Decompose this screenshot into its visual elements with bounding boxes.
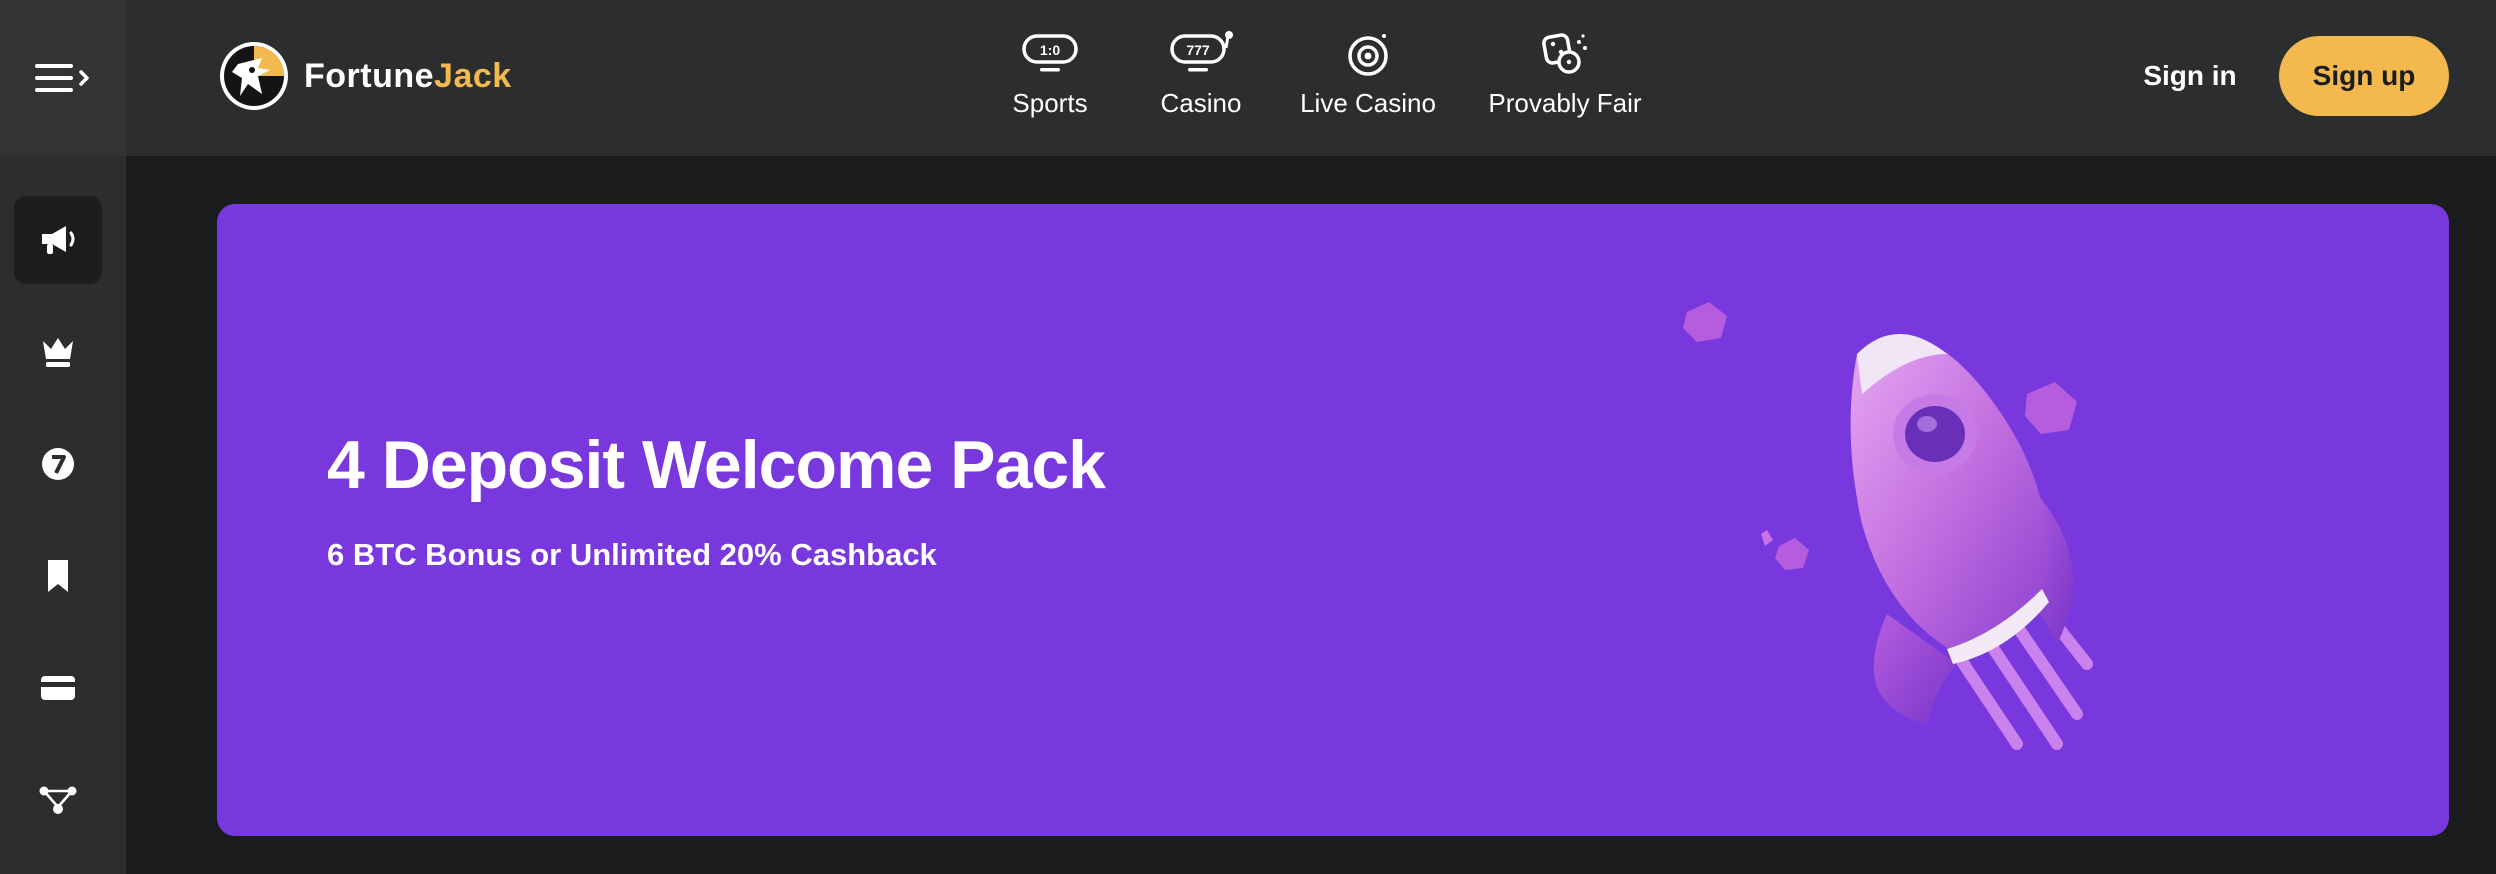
promo-banner[interactable]: 4 Deposit Welcome Pack 6 BTC Bonus or Un… <box>217 204 2449 836</box>
nav-casino[interactable]: 777 Casino <box>1160 30 1242 130</box>
megaphone-icon <box>42 226 75 254</box>
sidebar <box>0 156 126 874</box>
nav-provably-fair[interactable]: Provably Fair <box>1488 30 1642 130</box>
nav-casino-label: Casino <box>1160 88 1242 118</box>
logo-wordmark: FortuneJack <box>304 57 512 96</box>
banner-title: 4 Deposit Welcome Pack <box>327 427 1106 503</box>
sidebar-item-vip[interactable] <box>14 308 102 396</box>
card-icon <box>41 676 75 700</box>
slot-777-icon: 777 <box>1170 31 1233 72</box>
svg-text:1:0: 1:0 <box>1040 42 1060 58</box>
sign-up-button[interactable]: Sign up <box>2279 36 2449 116</box>
sign-in-button[interactable]: Sign in <box>2130 46 2250 106</box>
nav-sports[interactable]: 1:0 Sports <box>1012 30 1088 130</box>
nav-sports-label: Sports <box>1012 88 1088 118</box>
logo-wordmark-part-1: Fortune <box>304 56 435 95</box>
lucky-seven-icon <box>42 448 74 480</box>
top-bar: FortuneJack 1:0 Sports 777 Casino Live C… <box>0 0 2496 156</box>
crown-icon <box>43 338 73 367</box>
svg-text:777: 777 <box>1186 42 1210 58</box>
menu-toggle-button[interactable] <box>0 0 126 156</box>
sidebar-item-wallet[interactable] <box>14 644 102 732</box>
banner-subtitle: 6 BTC Bonus or Unlimited 20% Cashback <box>327 537 937 572</box>
fortunejack-logo[interactable]: FortuneJack <box>218 38 512 114</box>
nav-live-casino[interactable]: Live Casino <box>1300 30 1436 130</box>
roulette-target-icon <box>1348 34 1388 76</box>
dice-icon <box>1542 33 1587 74</box>
sidebar-item-favorites[interactable] <box>14 532 102 620</box>
nav-provably-fair-label: Provably Fair <box>1488 88 1642 118</box>
sidebar-item-promotions[interactable] <box>14 196 102 284</box>
sidebar-item-lucky[interactable] <box>14 420 102 508</box>
nav-live-casino-label: Live Casino <box>1300 88 1436 118</box>
sidebar-item-affiliate[interactable] <box>14 756 102 844</box>
rocket-illustration <box>1683 302 2093 750</box>
bookmark-icon <box>48 560 68 592</box>
hamburger-menu-icon <box>35 64 89 92</box>
jack-mascot-icon <box>220 42 288 110</box>
logo-wordmark-part-2: Jack <box>434 56 512 95</box>
network-icon <box>39 786 77 814</box>
scoreboard-icon: 1:0 <box>1022 34 1078 72</box>
